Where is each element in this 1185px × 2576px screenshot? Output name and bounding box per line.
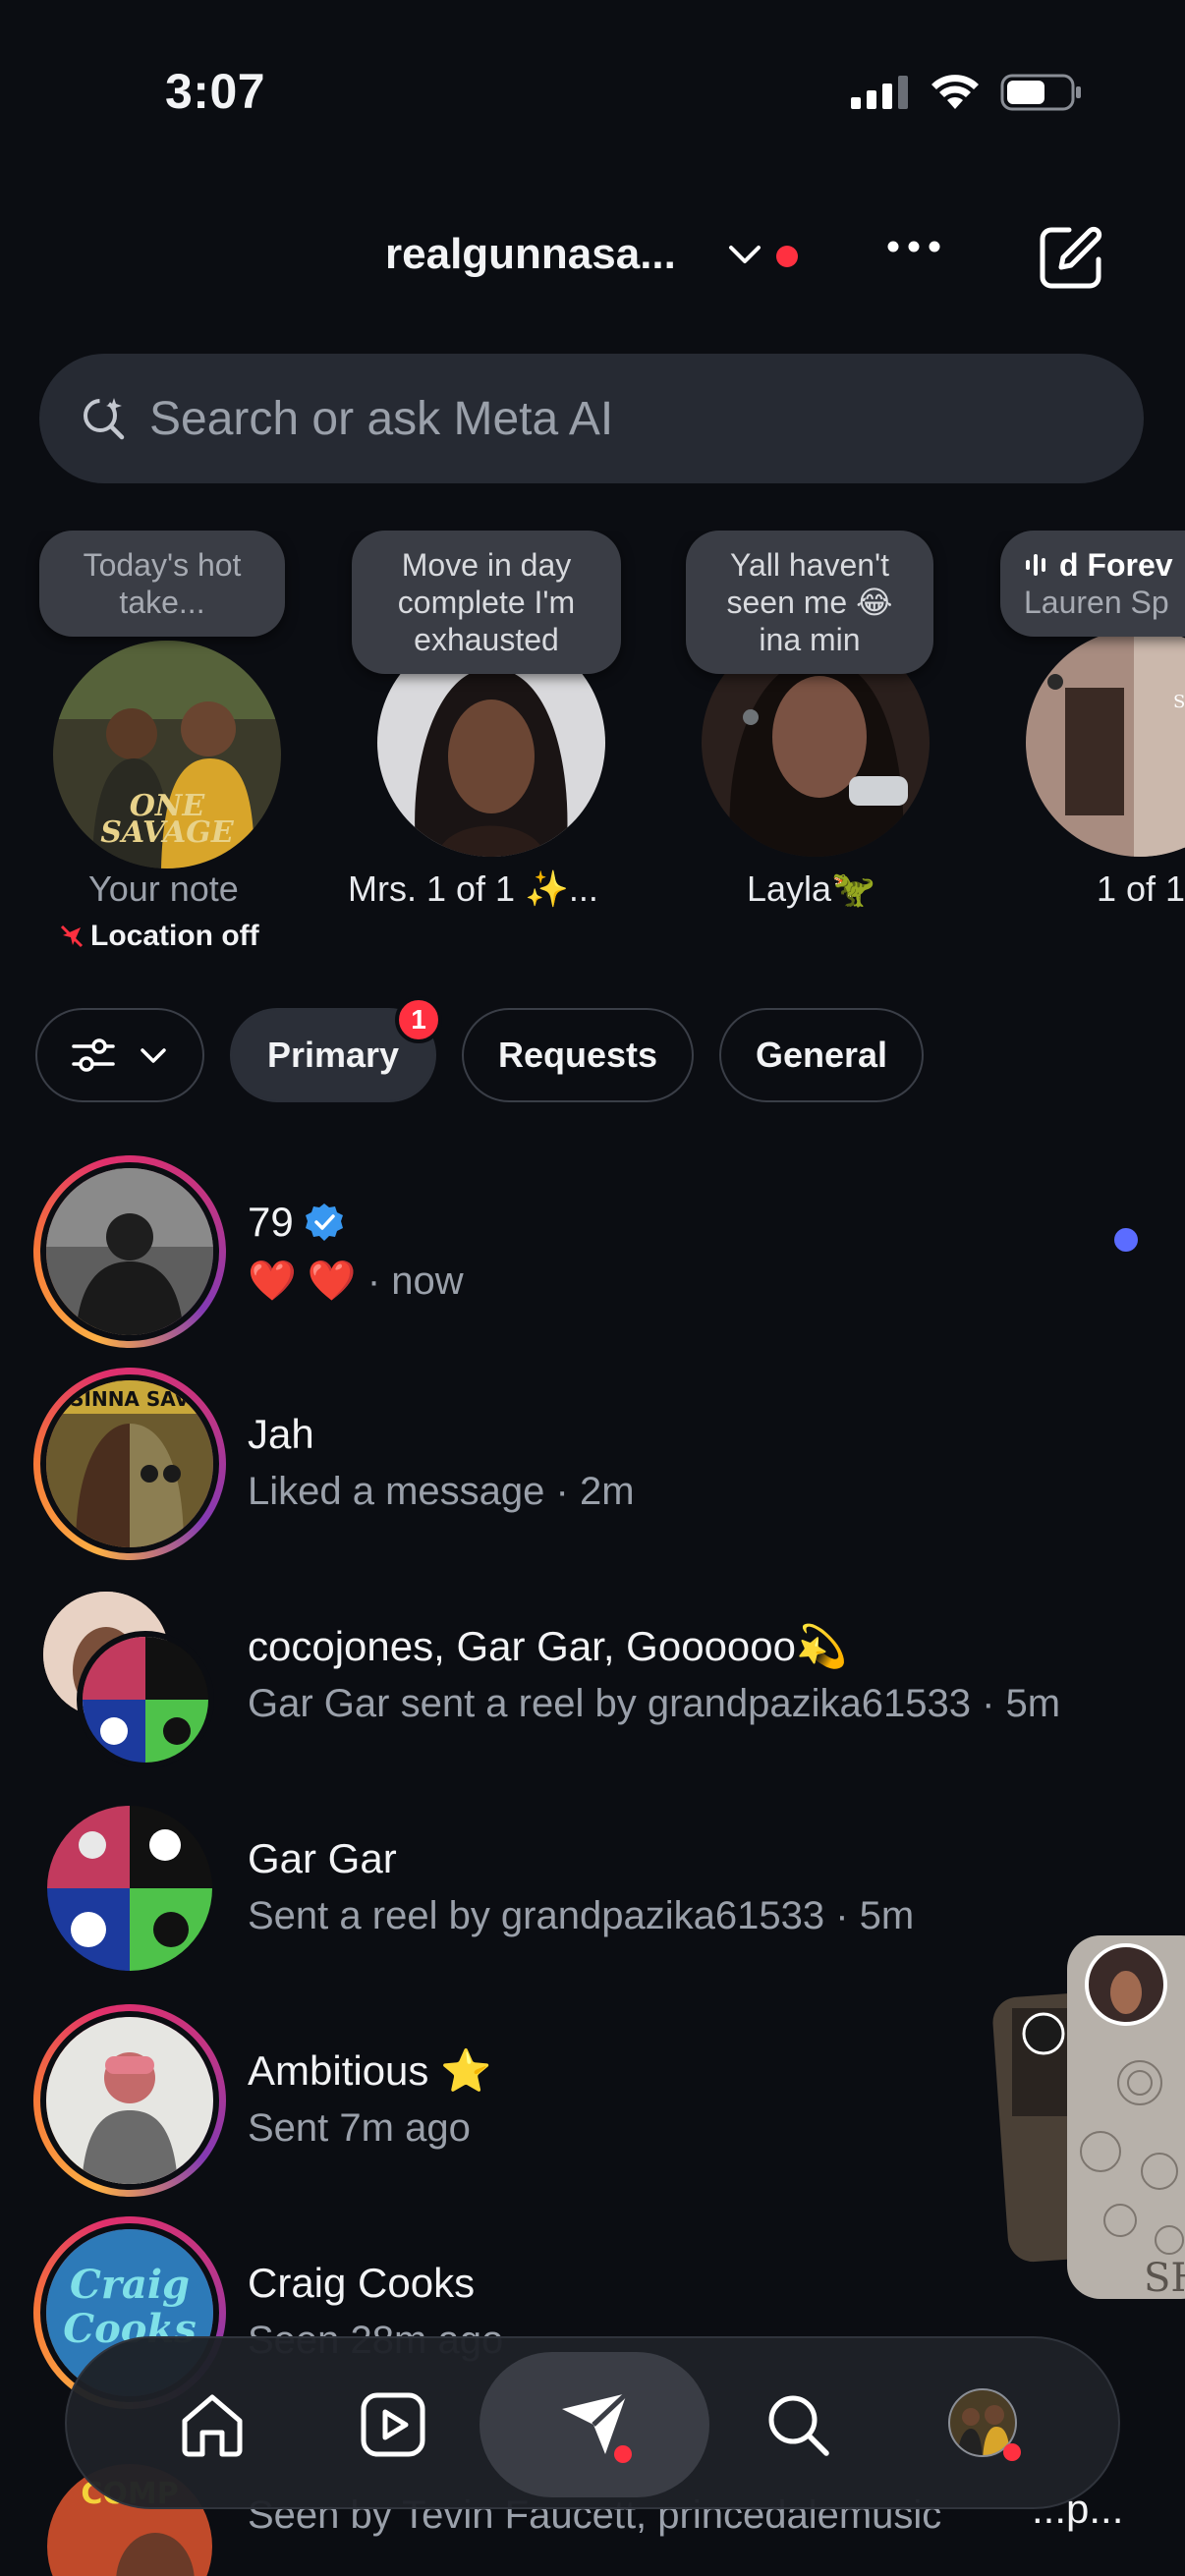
avatar[interactable]: Simple Li [1026,629,1185,857]
thread-row[interactable]: SINNA SAV Jah Liked a message · 2m [0,1368,1185,1564]
sliders-icon [72,1038,115,1072]
status-icons [851,73,1083,112]
direct-tab[interactable] [542,2372,649,2478]
note-mrs-1-of-1[interactable]: Move in day complete I'm exhausted Mrs. … [334,531,658,973]
status-bar: 3:07 [0,0,1185,187]
thread-row[interactable]: 79 ❤️ ❤️ · now [0,1155,1185,1352]
thread-preview: Sent a reel by grandpazika61533 · 5m [248,1894,915,1937]
note-name: Mrs. 1 of 1 ✨... [348,868,598,909]
inbox-filters: Primary 1 Requests General [35,996,924,1102]
search-input[interactable]: Search or ask Meta AI [39,354,1144,483]
compose-icon [1040,226,1102,289]
notes-row: ONE SAVAGE Today's hot take... Your note… [0,531,1185,973]
avatar[interactable] [33,1155,226,1348]
more-options-button[interactable] [884,236,943,262]
svg-text:SH: SH [1144,2256,1185,2299]
audio-waveform-icon [1026,554,1045,576]
unread-dot [1114,1228,1138,1252]
note-bubble-audio[interactable]: d Forev Lauren Sp [1000,531,1185,637]
account-notification-dot [776,246,798,267]
thread-name: Ambitious ⭐ [248,2047,492,2094]
verified-badge-icon [305,1204,343,1241]
svg-text:Simple Li: Simple Li [1173,692,1185,712]
avatar[interactable]: SINNA SAV [33,1368,226,1560]
avatar[interactable] [33,2004,226,2197]
meta-ai-search-icon [84,398,125,440]
location-off-label: Location off [90,920,259,952]
header: realgunnasa... [0,216,1185,295]
thread-name: Craig Cooks [248,2260,476,2306]
tab-requests[interactable]: Requests [462,1008,694,1102]
note-your-note[interactable]: ONE SAVAGE Today's hot take... Your note… [0,531,334,973]
thread-preview: Sent 7m ago [248,2106,471,2150]
avatar [77,1631,214,1768]
search-tab[interactable] [745,2372,851,2478]
tab-general[interactable]: General [719,1008,924,1102]
chevron-down-icon[interactable] [725,240,764,274]
note-name: 1 of 1 [1097,868,1185,909]
note-bubble[interactable]: Yall haven't seen me 😂 ina min [686,531,933,674]
avatar[interactable] [47,1806,212,1971]
compose-button[interactable] [1036,222,1106,298]
tab-primary-label: Primary [266,1035,400,1075]
reels-tab[interactable] [340,2372,446,2478]
battery-icon [1000,74,1081,111]
tab-primary[interactable]: Primary 1 [230,996,442,1102]
note-bubble[interactable]: Today's hot take... [39,531,285,637]
more-horizontal-icon [887,241,940,252]
home-tab[interactable] [159,2372,265,2478]
profile-avatar [948,2388,1021,2461]
reels-icon [361,2392,425,2457]
note-1-of-1[interactable]: Simple Li d Forev Lauren Sp 1 of 1 [983,531,1185,973]
note-layla[interactable]: Yall haven't seen me 😂 ina min Layla🦖 [658,531,983,973]
floating-reel-stack[interactable]: SH [992,1926,1185,2301]
svg-text:SAVAGE: SAVAGE [100,815,235,850]
thread-name: Gar Gar [248,1835,397,1881]
location-off-icon [60,924,84,948]
wifi-icon [931,75,979,109]
filter-settings-button[interactable] [35,1008,204,1102]
search-placeholder: Search or ask Meta AI [149,392,614,445]
thread-preview: ❤️ ❤️ · now [248,1260,464,1303]
search-icon [768,2395,829,2456]
profile-tab[interactable] [931,2372,1038,2478]
audio-note-title: d Forev [1059,547,1173,583]
thread-row[interactable]: cocojones, Gar Gar, Goooooo💫 Gar Gar sen… [0,1580,1185,1776]
thread-name-text: 79 [248,1199,294,1245]
thread-name: Jah [248,1411,314,1457]
group-avatar[interactable] [43,1592,230,1778]
svg-text:Craig: Craig [70,2262,190,2308]
chevron-down-icon [141,1048,166,1063]
note-name: Your note [88,868,239,909]
thread-preview: Gar Gar sent a reel by grandpazika61533 … [248,1682,1061,1725]
status-time: 3:07 [165,64,266,119]
note-bubble[interactable]: Move in day complete I'm exhausted [352,531,621,674]
audio-note-artist: Lauren Sp [1024,585,1169,620]
svg-text:SINNA SAV: SINNA SAV [70,1387,190,1411]
unread-count-badge: 1 [395,996,442,1043]
thread-preview: Liked a message · 2m [248,1470,635,1513]
cellular-signal-icon [851,76,908,109]
thread-name: 79 [248,1199,345,1246]
note-name: Layla🦖 [747,868,875,909]
location-status[interactable]: Location off [59,920,259,953]
account-switcher[interactable]: realgunnasa... [385,230,676,279]
thread-name: cocojones, Gar Gar, Goooooo💫 [248,1623,848,1669]
direct-icon [562,2391,632,2463]
home-icon [182,2394,243,2457]
tab-bar [65,2336,1120,2509]
avatar[interactable]: ONE SAVAGE [53,641,281,868]
